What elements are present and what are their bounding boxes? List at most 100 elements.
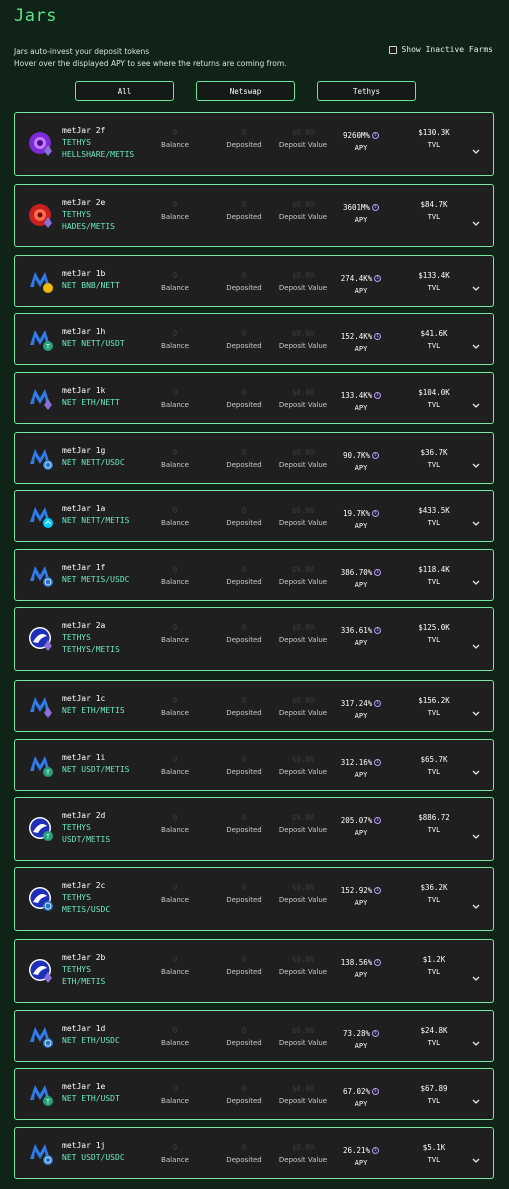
apy-value-row[interactable]: 317.24% i — [341, 697, 382, 710]
jar-card[interactable]: metJar 2f TETHYS HELLSHARE/METIS 0 Balance 0 D… — [14, 112, 494, 176]
jar-pair: ETH/USDT — [81, 1094, 120, 1103]
apy-stat[interactable]: 19.7K% i APY — [333, 504, 389, 533]
jar-card[interactable]: metJar 1d NET ETH/USDC 0 Balance 0 Deposited $… — [14, 1010, 494, 1062]
info-icon[interactable]: i — [372, 452, 380, 459]
deposit-value-stat: $0.00 Deposit Value — [271, 1024, 335, 1050]
chevron-down-icon[interactable] — [471, 141, 481, 154]
chevron-down-icon[interactable] — [471, 703, 481, 716]
info-icon[interactable]: i — [372, 510, 380, 517]
apy-value-row[interactable]: 133.4K% i — [341, 389, 382, 402]
filter-netswap-button[interactable]: Netswap — [196, 81, 295, 101]
chevron-down-icon[interactable] — [471, 395, 481, 408]
apy-label: APY — [354, 971, 368, 979]
info-icon[interactable]: i — [374, 817, 382, 824]
jar-card[interactable]: metJar 2a TETHYS TETHYS/METIS 0 Balance 0 Depo… — [14, 607, 494, 671]
chevron-down-icon[interactable] — [471, 455, 481, 468]
apy-stat[interactable]: 67.02% i APY — [333, 1082, 389, 1111]
chevron-down-icon[interactable] — [471, 213, 481, 226]
jar-card[interactable]: metJar 1a NET NETT/METIS 0 Balance 0 Deposite… — [14, 490, 494, 542]
chevron-down-icon[interactable] — [471, 896, 481, 909]
info-icon[interactable]: i — [374, 759, 382, 766]
apy-value-row[interactable]: 386.70% i — [341, 566, 382, 579]
apy-value-row[interactable]: 205.07% i — [341, 814, 382, 827]
chevron-down-icon[interactable] — [471, 572, 481, 585]
apy-value-row[interactable]: 3601M% i — [343, 201, 380, 214]
deposited-label: Deposited — [226, 342, 262, 350]
apy-value-row[interactable]: 312.16% i — [341, 756, 382, 769]
info-icon[interactable]: i — [374, 700, 382, 707]
apy-stat[interactable]: 138.56% i APY — [333, 953, 389, 982]
jar-card[interactable]: metJar 1f NET METIS/USDC 0 Balance 0 Deposite… — [14, 549, 494, 601]
info-icon[interactable]: i — [372, 1088, 380, 1095]
chevron-down-icon[interactable] — [471, 968, 481, 981]
chevron-down-icon[interactable] — [471, 826, 481, 839]
jar-card[interactable]: metJar 1g NET NETT/USDC 0 Balance 0 Deposited… — [14, 432, 494, 484]
chevron-down-icon[interactable] — [471, 336, 481, 349]
info-icon[interactable]: i — [372, 1030, 380, 1037]
jar-card[interactable]: TmetJar 1i NET USDT/METIS 0 Balance 0 Deposit… — [14, 739, 494, 791]
apy-stat[interactable]: 317.24% i APY — [333, 694, 389, 723]
apy-stat[interactable]: 152.92% i APY — [333, 881, 389, 910]
chevron-down-icon[interactable] — [471, 762, 481, 775]
apy-value-row[interactable]: 67.02% i — [343, 1085, 380, 1098]
apy-stat[interactable]: 274.4K% i APY — [333, 269, 389, 298]
apy-stat[interactable]: 73.28% i APY — [333, 1024, 389, 1053]
jar-card[interactable]: metJar 2c TETHYS METIS/USDC 0 Balance 0 Deposi… — [14, 867, 494, 931]
info-icon[interactable]: i — [374, 959, 382, 966]
apy-value-row[interactable]: 152.92% i — [341, 884, 382, 897]
apy-value-row[interactable]: 19.7K% i — [343, 507, 380, 520]
filter-all-button[interactable]: All — [75, 81, 174, 101]
chevron-down-icon[interactable] — [471, 278, 481, 291]
info-icon[interactable]: i — [374, 887, 382, 894]
info-icon[interactable]: i — [374, 392, 382, 399]
apy-stat[interactable]: 26.21% i APY — [333, 1141, 389, 1170]
show-inactive-checkbox[interactable] — [389, 45, 398, 54]
info-icon[interactable]: i — [374, 275, 382, 282]
show-inactive-toggle[interactable]: Show Inactive Farms — [389, 45, 493, 54]
balance-value: 0 — [172, 565, 178, 574]
jar-card[interactable]: TmetJar 2d TETHYS USDT/METIS 0 Balance 0 Depos… — [14, 797, 494, 861]
apy-stat[interactable]: 133.4K% i APY — [333, 386, 389, 415]
apy-value-row[interactable]: 138.56% i — [341, 956, 382, 969]
apy-value-row[interactable]: 274.4K% i — [341, 272, 382, 285]
apy-value-row[interactable]: 26.21% i — [343, 1144, 380, 1157]
apy-stat[interactable]: 205.07% i APY — [333, 811, 389, 840]
apy-value-row[interactable]: 90.7K% i — [343, 449, 380, 462]
jar-card[interactable]: metJar 1c NET ETH/METIS 0 Balance 0 Deposited… — [14, 680, 494, 732]
info-icon[interactable]: i — [372, 204, 380, 211]
apy-value-row[interactable]: 152.4K% i — [341, 330, 382, 343]
filter-tethys-button[interactable]: Tethys — [317, 81, 416, 101]
jar-pair: BNB/NETT — [81, 281, 120, 290]
jar-card[interactable]: metJar 2b TETHYS ETH/METIS 0 Balance 0 Deposit… — [14, 939, 494, 1003]
apy-value-row[interactable]: 73.28% i — [343, 1027, 380, 1040]
apy-stat[interactable]: 152.4K% i APY — [333, 327, 389, 356]
apy-value-row[interactable]: 9260M% i — [343, 129, 380, 142]
jar-card[interactable]: metJar 2e TETHYS HADES/METIS 0 Balance 0 Depos… — [14, 184, 494, 247]
jar-card[interactable]: metJar 1k NET ETH/NETT 0 Balance 0 Deposited $… — [14, 372, 494, 424]
deposit-value-value: $0.00 — [291, 696, 315, 705]
apy-stat[interactable]: 9260M% i APY — [333, 126, 389, 155]
info-icon[interactable]: i — [374, 569, 382, 576]
chevron-down-icon[interactable] — [471, 513, 481, 526]
deposit-value-value: $0.00 — [291, 565, 315, 574]
apy-stat[interactable]: 3601M% i APY — [333, 198, 389, 227]
jar-card[interactable]: TmetJar 1e NET ETH/USDT 0 Balance 0 Deposited… — [14, 1068, 494, 1120]
tvl-stat: $84.7K TVL — [408, 198, 460, 224]
chevron-down-icon[interactable] — [471, 1033, 481, 1046]
info-icon[interactable]: i — [374, 627, 382, 634]
jar-card[interactable]: metJar 1j NET USDT/USDC 0 Balance 0 Deposited… — [14, 1127, 494, 1179]
apy-stat[interactable]: 312.16% i APY — [333, 753, 389, 782]
apy-stat[interactable]: 90.7K% i APY — [333, 446, 389, 475]
chevron-down-icon[interactable] — [471, 1091, 481, 1104]
chevron-down-icon[interactable] — [471, 1150, 481, 1163]
apy-stat[interactable]: 386.70% i APY — [333, 563, 389, 592]
jar-card[interactable]: TmetJar 1h NET NETT/USDT 0 Balance 0 Deposite… — [14, 313, 494, 365]
info-icon[interactable]: i — [372, 1147, 380, 1154]
apy-value-row[interactable]: 336.61% i — [341, 624, 382, 637]
jar-name-block: metJar 2c TETHYS METIS/USDC — [62, 880, 110, 916]
jar-card[interactable]: metJar 1b NET BNB/NETT 0 Balance 0 Deposited $… — [14, 255, 494, 307]
apy-stat[interactable]: 336.61% i APY — [333, 621, 389, 650]
info-icon[interactable]: i — [374, 333, 382, 340]
info-icon[interactable]: i — [372, 132, 380, 139]
chevron-down-icon[interactable] — [471, 636, 481, 649]
